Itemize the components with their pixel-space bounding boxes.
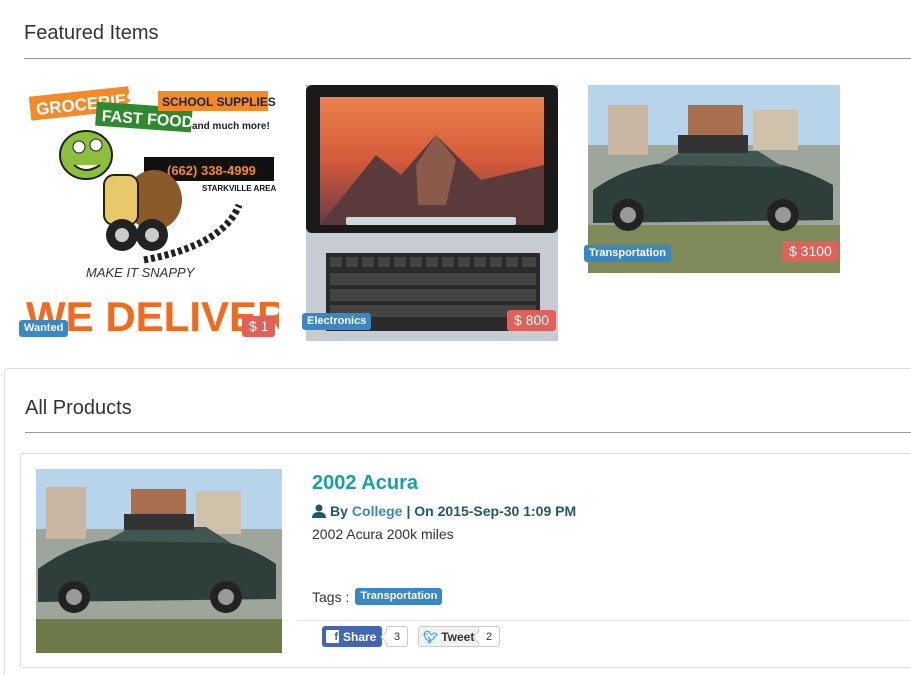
tag-transportation[interactable]: Transportation: [355, 588, 443, 605]
laptop-image: [306, 85, 558, 341]
category-label-electronics[interactable]: Electronics: [302, 313, 372, 330]
delivery-ad-image: GROCERIES FAST FOOD SCHOOL SUPPLIES and …: [24, 85, 279, 340]
ad-area: STARKVILLE AREA: [202, 184, 276, 193]
by-label: By: [330, 503, 348, 519]
product-meta: By College | On 2015-Sep-30 1:09 PM: [312, 503, 576, 519]
facebook-share-button[interactable]: f Share: [322, 626, 383, 647]
price-badge-wanted: $ 1: [242, 316, 276, 337]
ad-line-school: SCHOOL SUPPLIES: [162, 95, 276, 109]
product-tags: Tags : Transportation: [312, 588, 443, 605]
featured-divider: [24, 58, 911, 59]
post-date: | On 2015-Sep-30 1:09 PM: [406, 503, 577, 519]
share-label: Share: [343, 629, 377, 644]
twitter-icon: 🐦︎: [423, 629, 439, 644]
facebook-icon: f: [326, 630, 339, 643]
featured-item-electronics[interactable]: [306, 85, 558, 341]
price-badge-transportation: $ 3100: [782, 241, 839, 262]
all-products-heading: All Products: [25, 397, 132, 419]
product-description: 2002 Acura 200k miles: [312, 526, 454, 542]
tags-label: Tags :: [312, 588, 350, 605]
tweet-count: 2: [478, 626, 500, 647]
ad-line-more: and much more!: [192, 121, 270, 132]
author-link[interactable]: College: [352, 503, 403, 519]
price-badge-electronics: $ 800: [507, 310, 557, 331]
all-products-divider: [25, 432, 911, 433]
tweet-label: Tweet: [441, 629, 475, 644]
category-label-transportation[interactable]: Transportation: [584, 245, 672, 262]
ad-phone: (662) 338-4999: [167, 163, 256, 178]
share-count: 3: [386, 626, 408, 647]
ad-brand: MAKE IT SNAPPY: [86, 265, 196, 280]
product-title-link[interactable]: 2002 Acura: [312, 472, 418, 495]
featured-item-wanted[interactable]: GROCERIES FAST FOOD SCHOOL SUPPLIES and …: [24, 85, 279, 340]
category-label-wanted[interactable]: Wanted: [19, 320, 69, 337]
user-icon: [312, 504, 326, 518]
product-image[interactable]: [36, 469, 282, 653]
featured-items-heading: Featured Items: [24, 22, 159, 44]
share-divider: [297, 620, 911, 621]
